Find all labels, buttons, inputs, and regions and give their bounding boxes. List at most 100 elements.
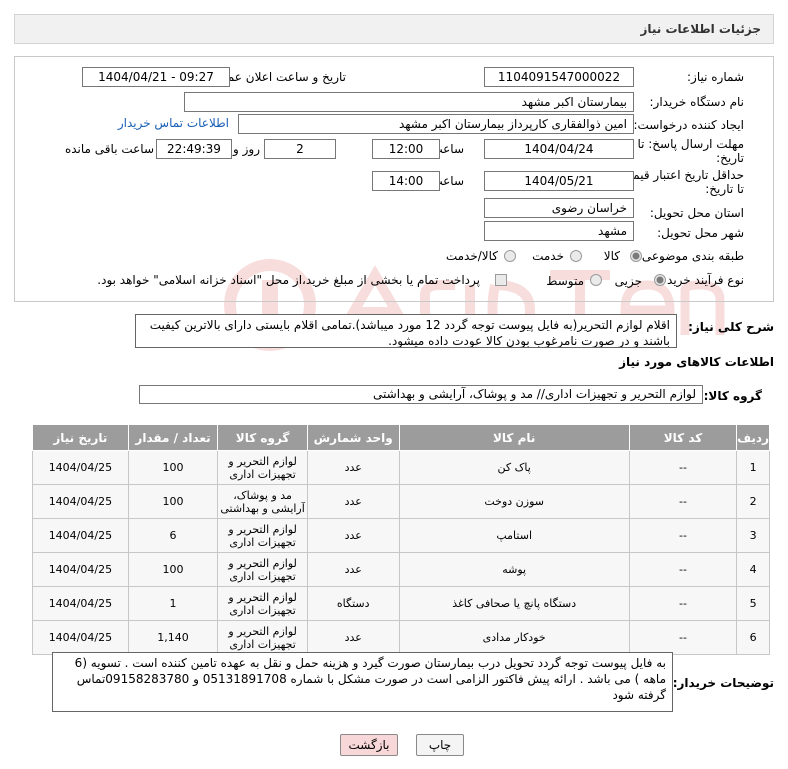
col-qty: تعداد / مقدار xyxy=(127,424,219,451)
table-header-row: ردیف کد کالا نام کالا واحد شمارش گروه کا… xyxy=(32,424,770,451)
page-header: جزئیات اطلاعات نیاز xyxy=(14,14,774,44)
cell-name: استامپ xyxy=(398,518,630,553)
cell-qty: 1 xyxy=(127,586,219,621)
cell-unit: عدد xyxy=(306,552,400,587)
cell-code: -- xyxy=(628,518,738,553)
need-number-field: 1104091547000022 xyxy=(484,67,634,87)
category-option-service: خدمت xyxy=(532,249,564,263)
days-field: 2 xyxy=(264,139,336,159)
goods-group-field: لوازم التحریر و تجهیزات اداری// مد و پوش… xyxy=(139,385,703,404)
cell-qty: 100 xyxy=(127,484,219,519)
cell-code: -- xyxy=(628,620,738,655)
cell-date: 1404/04/25 xyxy=(32,450,129,485)
cell-qty: 100 xyxy=(127,450,219,485)
category-radio-goods-service[interactable] xyxy=(504,250,516,262)
col-name: نام کالا xyxy=(398,424,630,451)
treasury-note: پرداخت تمام یا بخشی از مبلغ خرید،از محل … xyxy=(97,273,480,287)
reply-time-field: 12:00 xyxy=(372,139,440,159)
cell-unit: عدد xyxy=(306,620,400,655)
print-button[interactable]: چاپ xyxy=(416,734,464,756)
price-validity-label-2: تا تاریخ: xyxy=(705,182,744,196)
buyer-contact-link[interactable]: اطلاعات تماس خریدار xyxy=(118,116,229,130)
back-button[interactable]: بازگشت xyxy=(340,734,398,756)
summary-label: شرح کلی نیاز: xyxy=(688,320,774,334)
process-radio-medium[interactable] xyxy=(590,274,602,286)
table-row: 4 -- پوشه عدد لوازم التحریر و تجهیزات اداری 1… xyxy=(32,552,770,587)
col-row: ردیف xyxy=(736,424,770,451)
category-radio-goods[interactable] xyxy=(630,250,642,262)
process-radio-minor[interactable] xyxy=(654,274,666,286)
category-option-goods-service: کالا/خدمت xyxy=(445,249,498,263)
buyer-notes-text: به فایل پیوست توجه گردد تحویل درب بیمارس… xyxy=(52,652,673,712)
creator-field: امین ذوالفقاری کارپرداز بیمارستان اکبر م… xyxy=(238,114,634,134)
cell-date: 1404/04/25 xyxy=(32,518,129,553)
province-field: خراسان رضوی xyxy=(484,198,634,218)
cell-code: -- xyxy=(628,552,738,587)
category-option-goods: کالا xyxy=(603,249,620,263)
col-unit: واحد شمارش xyxy=(306,424,400,451)
reply-deadline-label: مهلت ارسال پاسخ: تا xyxy=(637,137,744,151)
cell-unit: دستگاه xyxy=(306,586,400,621)
reply-deadline-label-2: تاریخ: xyxy=(716,151,744,165)
cell-date: 1404/04/25 xyxy=(32,620,129,655)
table-row: 1 -- پاک کن عدد لوازم التحریر و تجهیزات ادار… xyxy=(32,450,770,485)
validity-time-field: 14:00 xyxy=(372,171,440,191)
cell-unit: عدد xyxy=(306,450,400,485)
cell-code: -- xyxy=(628,586,738,621)
remaining-time-field: 22:49:39 xyxy=(156,139,232,159)
cell-date: 1404/04/25 xyxy=(32,484,129,519)
cell-group: لوازم التحریر و تجهیزات اداری xyxy=(217,450,308,485)
remaining-label: ساعت باقی مانده xyxy=(64,142,154,156)
cell-row: 5 xyxy=(736,586,770,621)
creator-label: ایجاد کننده درخواست: xyxy=(633,118,744,132)
cell-group: لوازم التحریر و تجهیزات اداری xyxy=(217,586,308,621)
cell-row: 1 xyxy=(736,450,770,485)
cell-date: 1404/04/25 xyxy=(32,552,129,587)
category-label: طبقه بندی موضوعی: xyxy=(637,249,744,263)
table-row: 2 -- سوزن دوخت عدد مد و پوشاک، آرایشی و بهدا… xyxy=(32,484,770,519)
cell-unit: عدد xyxy=(306,518,400,553)
cell-group: لوازم التحریر و تجهیزات اداری xyxy=(217,552,308,587)
table-row: 3 -- استامپ عدد لوازم التحریر و تجهیزات ادار… xyxy=(32,518,770,553)
cell-row: 3 xyxy=(736,518,770,553)
cell-name: دستگاه پانچ یا صحافی کاغذ xyxy=(398,586,630,621)
city-field: مشهد xyxy=(484,221,634,241)
cell-qty: 6 xyxy=(127,518,219,553)
col-group: گروه کالا xyxy=(217,424,308,451)
buyer-org-label: نام دستگاه خریدار: xyxy=(649,95,745,109)
cell-row: 6 xyxy=(736,620,770,655)
cell-row: 4 xyxy=(736,552,770,587)
announce-field: 1404/04/21 - 09:27 xyxy=(82,67,230,87)
city-label: شهر محل تحویل: xyxy=(657,226,744,240)
cell-code: -- xyxy=(628,484,738,519)
cell-unit: عدد xyxy=(306,484,400,519)
table-row: 5 -- دستگاه پانچ یا صحافی کاغذ دستگاه لوازم … xyxy=(32,586,770,621)
table-row: 6 -- خودکار مدادی عدد لوازم التحریر و تجهیزا… xyxy=(32,620,770,655)
category-radio-service[interactable] xyxy=(570,250,582,262)
cell-code: -- xyxy=(628,450,738,485)
days-label: روز و xyxy=(233,142,260,156)
province-label: استان محل تحویل: xyxy=(649,206,744,220)
col-date: تاریخ نیاز xyxy=(32,424,129,451)
cell-row: 2 xyxy=(736,484,770,519)
buyer-org-field: بیمارستان اکبر مشهد xyxy=(184,92,634,112)
buyer-notes-label: توضیحات خریدار: xyxy=(672,676,774,690)
cell-name: پوشه xyxy=(398,552,630,587)
validity-date-field: 1404/05/21 xyxy=(484,171,634,191)
cell-group: لوازم التحریر و تجهیزات اداری xyxy=(217,620,308,655)
cell-group: لوازم التحریر و تجهیزات اداری xyxy=(217,518,308,553)
cell-name: سوزن دوخت xyxy=(398,484,630,519)
process-label: نوع فرآیند خرید : xyxy=(659,273,744,287)
cell-name: خودکار مدادی xyxy=(398,620,630,655)
need-number-label: شماره نیاز: xyxy=(687,70,744,84)
col-code: کد کالا xyxy=(628,424,738,451)
price-validity-label: حداقل تاریخ اعتبار قیمت: xyxy=(617,168,744,182)
process-option-minor: جزیی xyxy=(614,274,642,288)
cell-name: پاک کن xyxy=(398,450,630,485)
page-title: جزئیات اطلاعات نیاز xyxy=(640,22,761,36)
cell-qty: 1,140 xyxy=(127,620,219,655)
process-option-medium: متوسط xyxy=(546,274,584,288)
summary-text: اقلام لوازم التحریر(به فایل پیوست توجه گ… xyxy=(135,314,677,348)
treasury-checkbox[interactable] xyxy=(495,274,507,286)
cell-group: مد و پوشاک، آرایشی و بهداشتی xyxy=(217,484,308,519)
